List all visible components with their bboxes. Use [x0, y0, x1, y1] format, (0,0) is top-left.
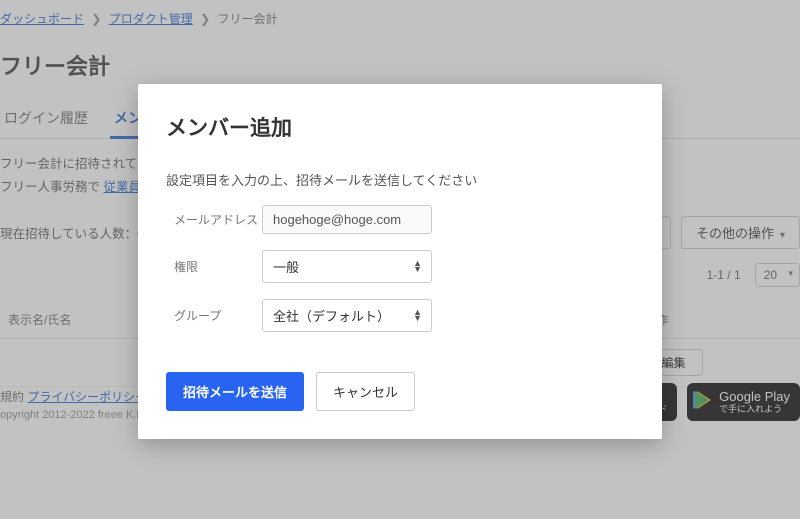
- group-select[interactable]: 全社（デフォルト） ▲▼: [262, 299, 432, 332]
- role-label: 権限: [166, 258, 262, 275]
- cancel-button[interactable]: キャンセル: [316, 372, 415, 411]
- group-label: グループ: [166, 307, 262, 324]
- modal-overlay[interactable]: メンバー追加 設定項目を入力の上、招待メールを送信してください メールアドレス …: [0, 0, 800, 519]
- chevron-updown-icon: ▲▼: [413, 261, 421, 272]
- modal-title: メンバー追加: [166, 112, 634, 142]
- role-select[interactable]: 一般 ▲▼: [262, 250, 432, 283]
- add-member-modal: メンバー追加 設定項目を入力の上、招待メールを送信してください メールアドレス …: [138, 84, 662, 439]
- send-invite-button[interactable]: 招待メールを送信: [166, 372, 304, 411]
- email-label: メールアドレス: [166, 211, 262, 228]
- chevron-updown-icon: ▲▼: [413, 310, 421, 321]
- modal-instruction: 設定項目を入力の上、招待メールを送信してください: [166, 170, 634, 189]
- email-field[interactable]: [262, 205, 432, 234]
